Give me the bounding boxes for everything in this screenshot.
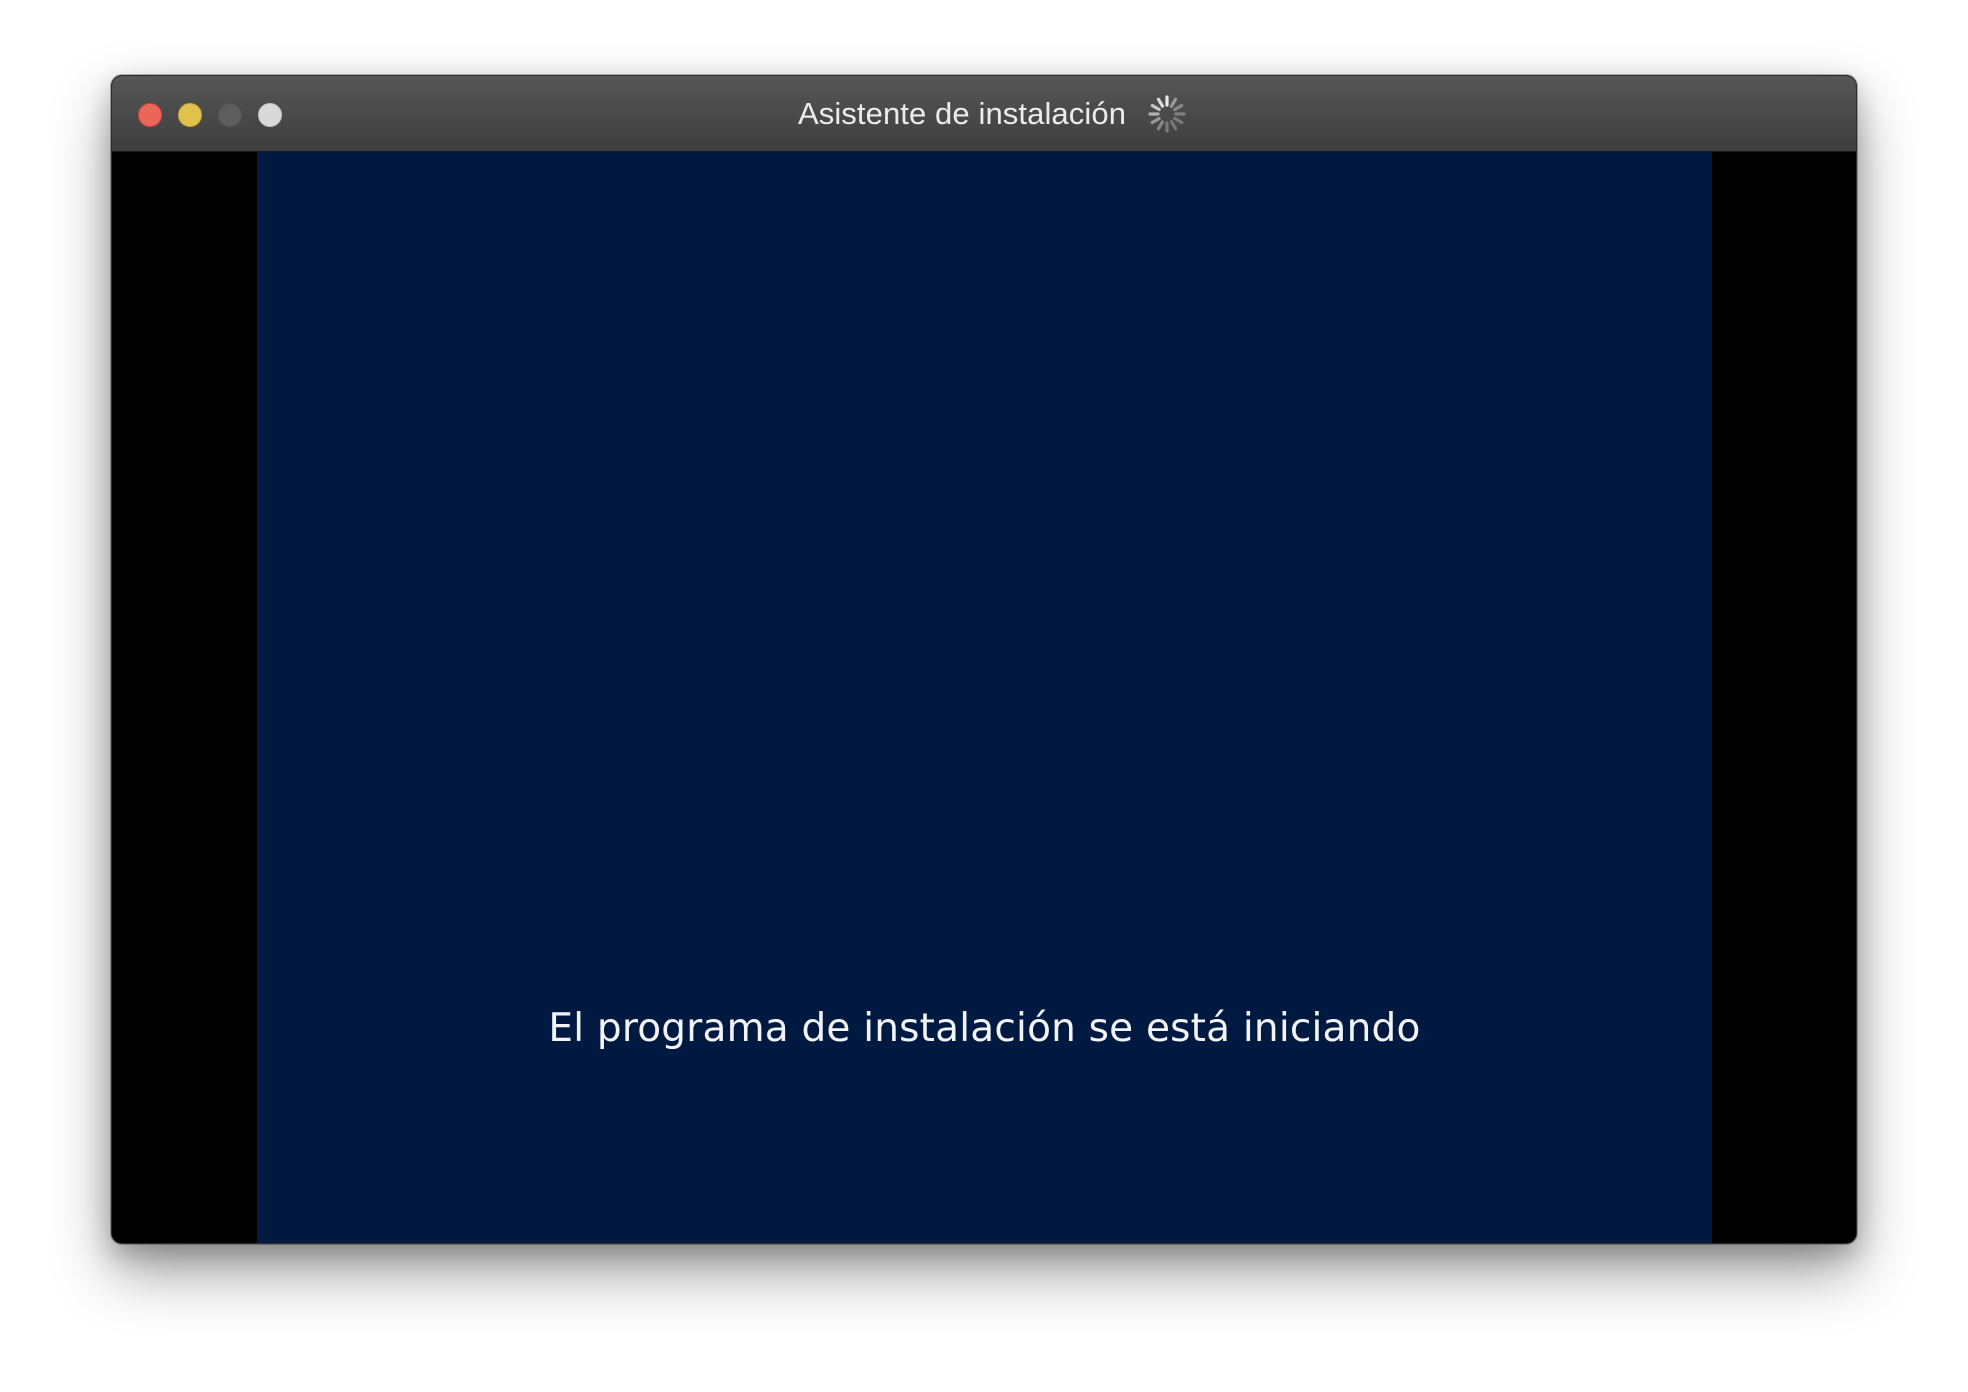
loading-spinner-icon bbox=[1148, 95, 1186, 133]
close-button[interactable] bbox=[138, 103, 162, 127]
window-title: Asistente de instalación bbox=[797, 96, 1127, 131]
minimize-button[interactable] bbox=[178, 103, 202, 127]
window-content: El programa de instalación se está inici… bbox=[112, 152, 1856, 1243]
window-controls bbox=[138, 103, 282, 127]
fullscreen-button[interactable] bbox=[258, 103, 282, 127]
title-group: Asistente de instalación bbox=[112, 76, 1856, 152]
installer-screen: El programa de instalación se está inici… bbox=[257, 152, 1712, 1243]
status-text: El programa de instalación se está inici… bbox=[548, 1006, 1421, 1051]
title-bar[interactable]: Asistente de instalación bbox=[112, 76, 1856, 152]
zoom-button[interactable] bbox=[218, 103, 242, 127]
installer-window: Asistente de instalación El programa de … bbox=[111, 75, 1857, 1244]
